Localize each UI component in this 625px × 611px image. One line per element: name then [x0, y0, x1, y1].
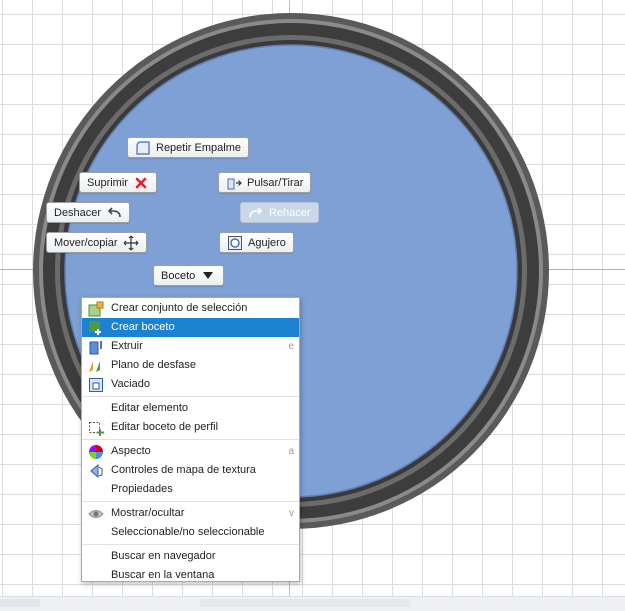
shortcut-label: v: [289, 508, 294, 519]
redo-button[interactable]: Rehacer: [240, 202, 319, 223]
menu-item-label: Extruir: [111, 340, 143, 352]
press-pull-label: Pulsar/Tirar: [247, 176, 304, 189]
menu-item-edit-feature[interactable]: Editar elemento: [82, 399, 299, 418]
menu-separator: [82, 396, 299, 397]
menu-separator: [82, 544, 299, 545]
menu-item-label: Plano de desfase: [111, 359, 197, 371]
appearance-icon: [88, 444, 104, 460]
menu-item-find-in-window[interactable]: Buscar en la ventana: [82, 566, 299, 585]
extrude-icon: [88, 339, 104, 355]
bottom-toolbar-strip: [0, 596, 625, 611]
press-pull-icon: [226, 175, 242, 191]
redo-label: Rehacer: [269, 206, 311, 219]
move-arrows-icon: [123, 235, 139, 251]
hole-icon: [227, 235, 243, 251]
menu-item-label: Vaciado: [111, 378, 150, 390]
menu-item-label: Buscar en navegador: [111, 550, 216, 562]
redo-arrow-icon: [248, 205, 264, 221]
menu-item-label: Crear boceto: [111, 321, 175, 333]
menu-item-appearance[interactable]: Aspecto a: [82, 442, 299, 461]
delete-x-icon: [133, 175, 149, 191]
undo-label: Deshacer: [54, 206, 102, 219]
menu-item-label: Propiedades: [111, 483, 173, 495]
menu-item-label: Editar elemento: [111, 402, 189, 414]
menu-separator: [82, 501, 299, 502]
menu-item-label: Aspecto: [111, 445, 151, 457]
menu-item-extrude[interactable]: Extruir e: [82, 337, 299, 356]
menu-item-selectable[interactable]: Seleccionable/no seleccionable: [82, 523, 299, 542]
menu-item-create-sketch[interactable]: Crear boceto: [82, 318, 299, 337]
menu-item-edit-profile-sketch[interactable]: Editar boceto de perfil: [82, 418, 299, 437]
selection-set-icon: [88, 301, 104, 317]
sketch-dropdown-button[interactable]: Boceto: [153, 265, 225, 286]
context-menu: Crear conjunto de selección Crear boceto…: [81, 297, 300, 582]
press-pull-button[interactable]: Pulsar/Tirar: [218, 172, 312, 193]
repeat-fillet-button[interactable]: Repetir Empalme: [127, 137, 249, 158]
menu-item-shell[interactable]: Vaciado: [82, 375, 299, 394]
edit-profile-sketch-icon: [88, 420, 104, 436]
shortcut-label: a: [288, 446, 294, 457]
shortcut-label: e: [288, 341, 294, 352]
menu-item-label: Crear conjunto de selección: [111, 302, 248, 314]
hole-button[interactable]: Agujero: [219, 232, 294, 253]
move-copy-label: Mover/copiar: [54, 236, 118, 249]
menu-item-label: Controles de mapa de textura: [111, 464, 256, 476]
undo-button[interactable]: Deshacer: [46, 202, 131, 223]
menu-item-properties[interactable]: Propiedades: [82, 480, 299, 499]
chevron-down-icon: [200, 268, 216, 284]
menu-item-find-in-browser[interactable]: Buscar en navegador: [82, 547, 299, 566]
menu-item-offset-plane[interactable]: Plano de desfase: [82, 356, 299, 375]
menu-item-label: Seleccionable/no seleccionable: [111, 526, 265, 538]
undo-arrow-icon: [106, 205, 122, 221]
eye-icon: [88, 506, 104, 522]
menu-item-label: Buscar en la ventana: [111, 569, 215, 581]
create-sketch-icon: [88, 320, 104, 336]
sketch-label: Boceto: [161, 269, 196, 282]
menu-item-create-selection-set[interactable]: Crear conjunto de selección: [82, 299, 299, 318]
menu-separator: [82, 439, 299, 440]
delete-button[interactable]: Suprimir: [79, 172, 157, 193]
menu-item-show-hide[interactable]: Mostrar/ocultar v: [82, 504, 299, 523]
delete-label: Suprimir: [87, 176, 128, 189]
menu-item-texture-map-controls[interactable]: Controles de mapa de textura: [82, 461, 299, 480]
move-copy-button[interactable]: Mover/copiar: [46, 232, 147, 253]
menu-item-label: Editar boceto de perfil: [111, 421, 219, 433]
fillet-icon: [135, 140, 151, 156]
repeat-fillet-label: Repetir Empalme: [156, 141, 241, 154]
hole-label: Agujero: [248, 236, 286, 249]
menu-item-label: Mostrar/ocultar: [111, 507, 185, 519]
offset-plane-icon: [88, 358, 104, 374]
shell-icon: [88, 377, 104, 393]
texture-map-icon: [88, 463, 104, 479]
